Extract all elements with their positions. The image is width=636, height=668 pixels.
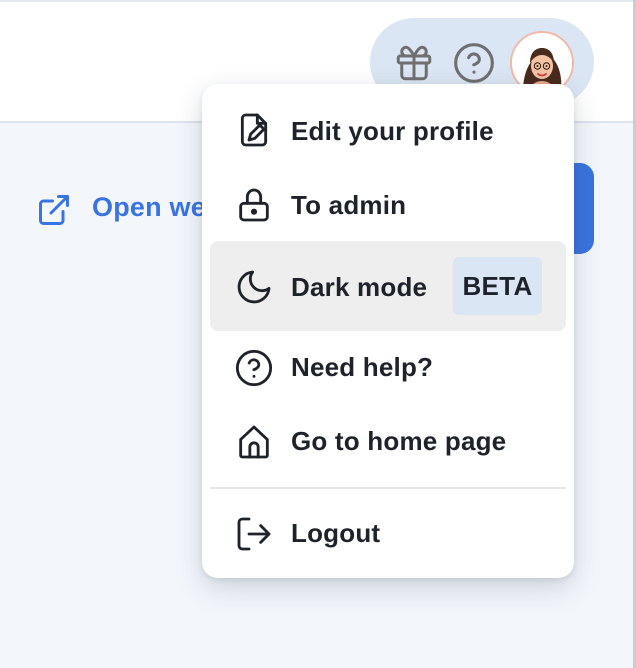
lock-icon — [239, 188, 269, 222]
menu-item-dark-mode[interactable]: Dark mode BETA — [210, 241, 566, 331]
menu-item-label: To admin — [291, 190, 407, 220]
open-link[interactable]: Open we — [36, 190, 206, 230]
beta-badge: BETA — [453, 257, 542, 315]
menu-item-need-help[interactable]: Need help? — [210, 331, 566, 405]
menu-item-label: Edit your profile — [291, 116, 494, 146]
moon-icon — [237, 270, 271, 304]
help-icon[interactable] — [452, 41, 496, 85]
menu-item-label: Logout — [291, 518, 381, 548]
menu-item-label: Dark mode — [291, 272, 428, 302]
menu-item-edit-profile[interactable]: Edit your profile — [210, 93, 566, 167]
menu-item-logout[interactable]: Logout — [210, 497, 566, 571]
gift-icon[interactable] — [393, 42, 435, 84]
logout-icon — [237, 517, 271, 551]
menu-item-to-admin[interactable]: To admin — [210, 167, 566, 241]
menu-item-label: Need help? — [291, 352, 434, 382]
page: Open we Edit your profile To admin Dark … — [0, 0, 636, 668]
open-link-label: Open we — [92, 192, 206, 222]
edit-profile-icon — [240, 113, 268, 147]
menu-item-label: Go to home page — [291, 426, 507, 456]
home-icon — [239, 425, 269, 459]
help-circle-icon — [235, 349, 273, 387]
menu-item-home-page[interactable]: Go to home page — [210, 405, 566, 479]
external-link-icon — [39, 195, 69, 225]
menu-divider — [210, 487, 566, 489]
profile-dropdown-menu: Edit your profile To admin Dark mode BET… — [202, 84, 574, 578]
